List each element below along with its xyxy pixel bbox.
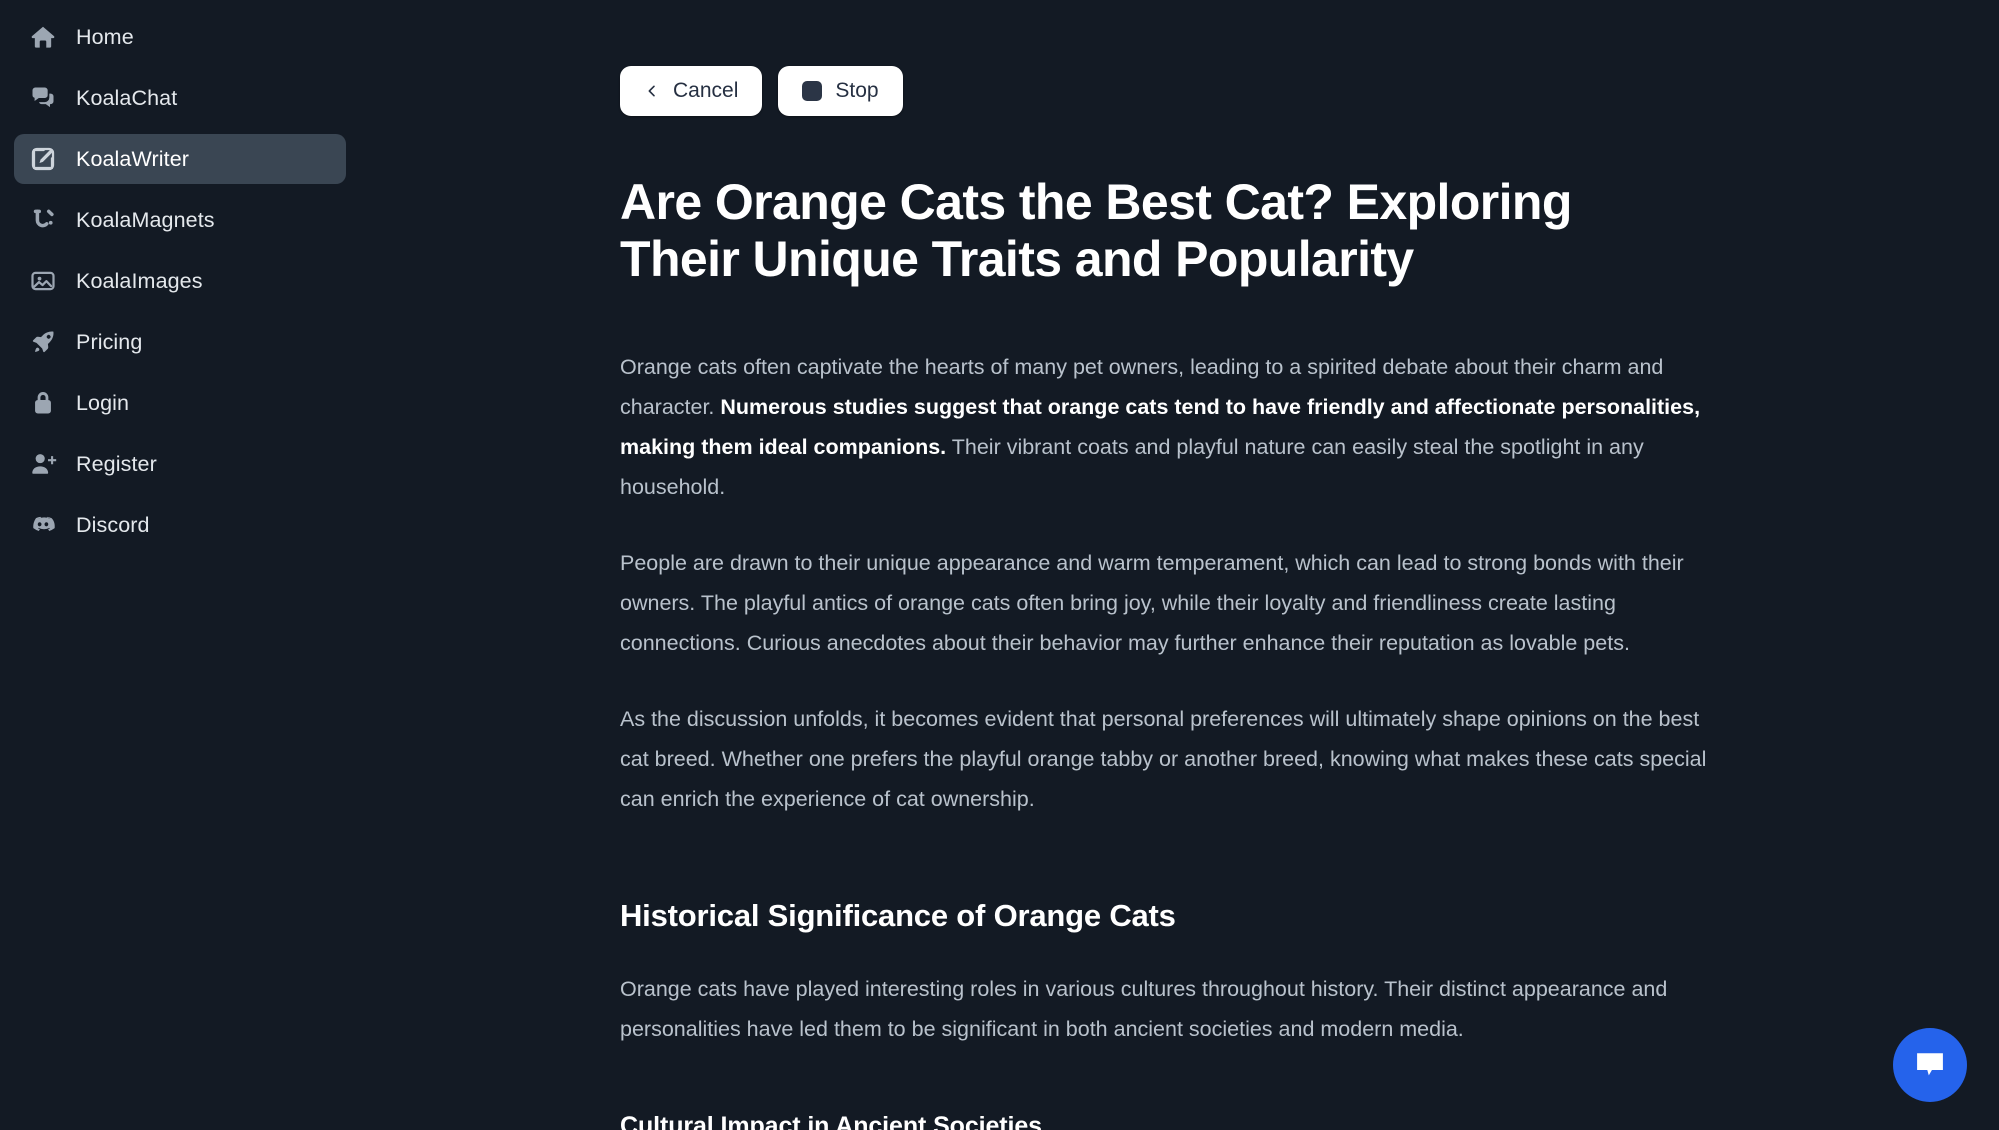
home-icon — [28, 22, 58, 52]
chat-icon — [28, 83, 58, 113]
magnet-icon — [28, 205, 58, 235]
article-paragraph-3: As the discussion unfolds, it becomes ev… — [620, 706, 1707, 811]
sidebar-item-home[interactable]: Home — [14, 12, 346, 62]
sidebar-item-discord[interactable]: Discord — [14, 500, 346, 550]
user-plus-icon — [28, 449, 58, 479]
sidebar: Home KoalaChat KoalaWriter KoalaMagnets … — [0, 0, 360, 1130]
stop-button[interactable]: Stop — [778, 66, 903, 116]
article-body: Are Orange Cats the Best Cat? Exploring … — [620, 116, 1740, 1130]
sidebar-item-koalaimages[interactable]: KoalaImages — [14, 256, 346, 306]
sidebar-item-koalawriter[interactable]: KoalaWriter — [14, 134, 346, 184]
sidebar-item-label: KoalaImages — [76, 268, 203, 293]
stop-button-label: Stop — [835, 79, 879, 102]
pencil-square-icon — [28, 144, 58, 174]
sidebar-item-login[interactable]: Login — [14, 378, 346, 428]
chevron-left-icon — [648, 85, 655, 97]
image-icon — [28, 266, 58, 296]
article-title: Are Orange Cats the Best Cat? Exploring … — [620, 174, 1572, 287]
sidebar-item-label: KoalaChat — [76, 85, 178, 110]
cancel-button-label: Cancel — [673, 79, 739, 102]
sidebar-item-koalachat[interactable]: KoalaChat — [14, 73, 346, 123]
chat-widget-button[interactable] — [1893, 1028, 1967, 1102]
lock-icon — [28, 388, 58, 418]
sidebar-item-label: Login — [76, 390, 130, 415]
chat-bubble-icon — [1917, 1053, 1943, 1076]
rocket-icon — [28, 327, 58, 357]
article-heading-h2: Historical Significance of Orange Cats — [620, 897, 1176, 933]
editor-toolbar: Cancel Stop — [620, 0, 1740, 116]
article-paragraph-4: Orange cats have played interesting role… — [620, 976, 1668, 1041]
sidebar-item-label: Pricing — [76, 329, 143, 354]
sidebar-item-pricing[interactable]: Pricing — [14, 317, 346, 367]
stop-square-icon — [802, 81, 823, 101]
sidebar-item-register[interactable]: Register — [14, 439, 346, 489]
sidebar-item-label: KoalaMagnets — [76, 207, 215, 232]
sidebar-item-label: Register — [76, 451, 157, 476]
app-root: Home KoalaChat KoalaWriter KoalaMagnets … — [0, 0, 1999, 1130]
sidebar-item-label: KoalaWriter — [76, 146, 190, 171]
article-paragraph-1: Orange cats often captivate the hearts o… — [620, 348, 1732, 508]
sidebar-item-label: Home — [76, 24, 134, 49]
main-content: Cancel Stop Are Orange Cats the Best Cat… — [360, 0, 1999, 1130]
cancel-button[interactable]: Cancel — [620, 66, 763, 116]
article-heading-h3: Cultural Impact in Ancient Societies — [620, 1111, 1042, 1130]
sidebar-item-label: Discord — [76, 512, 150, 537]
sidebar-item-koalamagnets[interactable]: KoalaMagnets — [14, 195, 346, 245]
article-paragraph-2: People are drawn to their unique appeara… — [620, 550, 1684, 655]
discord-icon — [28, 510, 58, 540]
